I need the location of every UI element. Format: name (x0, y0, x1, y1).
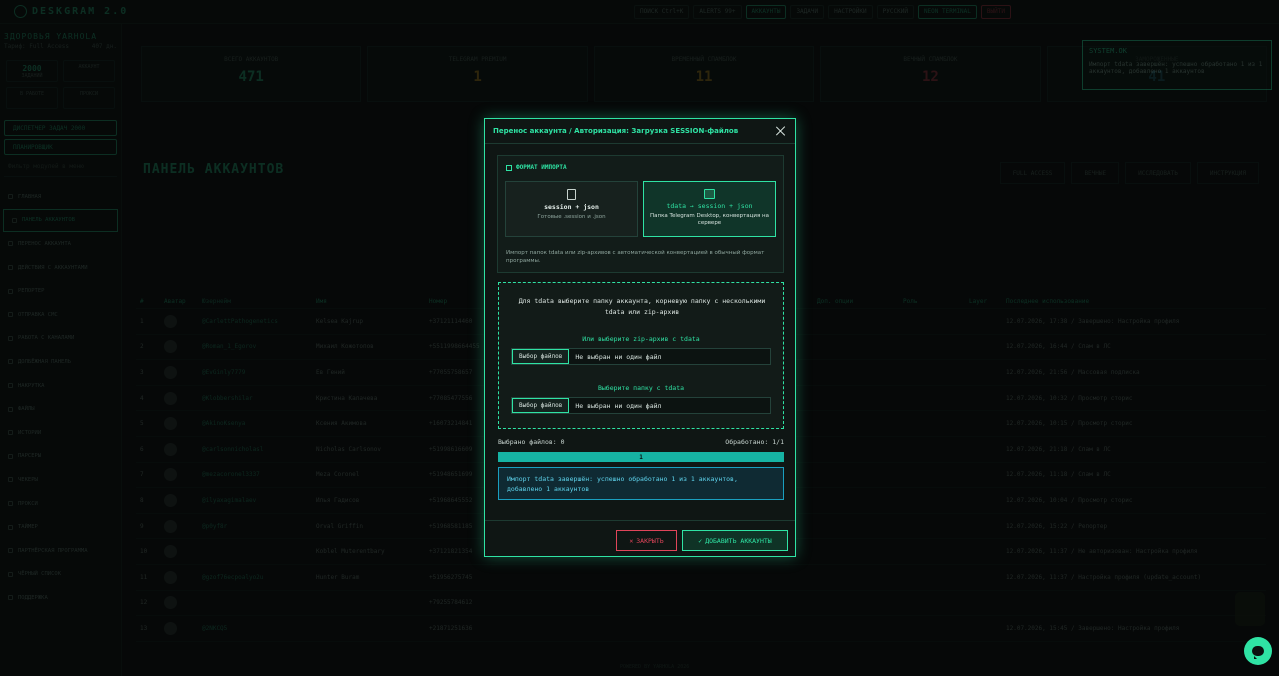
close-button[interactable]: ✕ ЗАКРЫТЬ (616, 530, 677, 551)
zip-label: Или выберите zip-архив с tdata (582, 335, 700, 343)
chat-button[interactable] (1244, 637, 1272, 665)
processed-count: Обработано: 1/1 (725, 438, 784, 446)
choose-zip-button[interactable]: Выбор файлов (512, 349, 570, 364)
close-icon[interactable] (775, 125, 787, 137)
option-name: session + json (544, 203, 599, 211)
folder-file-status: Не выбран ни один файл (575, 401, 662, 410)
chat-icon (1252, 646, 1264, 659)
format-note: Импорт папок tdata или zip-архивов с авт… (506, 250, 765, 264)
format-option-tdata[interactable]: tdata → session + json Папка Telegram De… (643, 181, 776, 237)
import-modal: Перенос аккаунта / Авторизация: Загрузка… (484, 118, 796, 557)
format-option-session[interactable]: session + json Готовые .session и .json (505, 181, 638, 237)
modal-title: Перенос аккаунта / Авторизация: Загрузка… (493, 127, 739, 135)
import-counts: Выбрано файлов: 0 Обработано: 1/1 (498, 438, 784, 446)
format-icon (506, 164, 512, 171)
folder-label: Выберите папку с tdata (597, 384, 685, 392)
progress-bar: 1 (498, 452, 784, 462)
selected-count: Выбрано файлов: 0 (498, 438, 565, 446)
zip-file-input[interactable]: Выбор файлов Не выбран ни один файл (511, 348, 771, 365)
drop-instructions: Для tdata выберите папку аккаунта, корне… (518, 297, 766, 316)
choose-folder-button[interactable]: Выбор файлов (512, 398, 570, 413)
zip-file-status: Не выбран ни один файл (575, 352, 662, 361)
modal-header: Перенос аккаунта / Авторизация: Загрузка… (485, 119, 795, 144)
add-accounts-button[interactable]: ✓ ДОБАВИТЬ АККАУНТЫ (682, 530, 788, 551)
result-message: Импорт tdata завершён: успешно обработан… (498, 467, 784, 500)
option-desc: Папка Telegram Desktop, конвертация на с… (650, 213, 769, 226)
import-format-section: ФОРМАТ ИМПОРТА session + json Готовые .s… (497, 155, 784, 273)
folder-file-input[interactable]: Выбор файлов Не выбран ни один файл (511, 397, 771, 414)
format-title: ФОРМАТ ИМПОРТА (516, 164, 567, 171)
progress-label: 1 (639, 453, 643, 461)
file-icon (567, 189, 576, 200)
option-desc: Готовые .session и .json (537, 214, 606, 220)
drop-zone[interactable]: Для tdata выберите папку аккаунта, корне… (498, 282, 784, 429)
folder-icon (704, 189, 715, 199)
close-icon: ✕ (629, 536, 634, 545)
modal-footer: ✕ ЗАКРЫТЬ ✓ ДОБАВИТЬ АККАУНТЫ (485, 520, 795, 557)
option-name: tdata → session + json (666, 202, 753, 210)
check-icon: ✓ (698, 536, 703, 545)
